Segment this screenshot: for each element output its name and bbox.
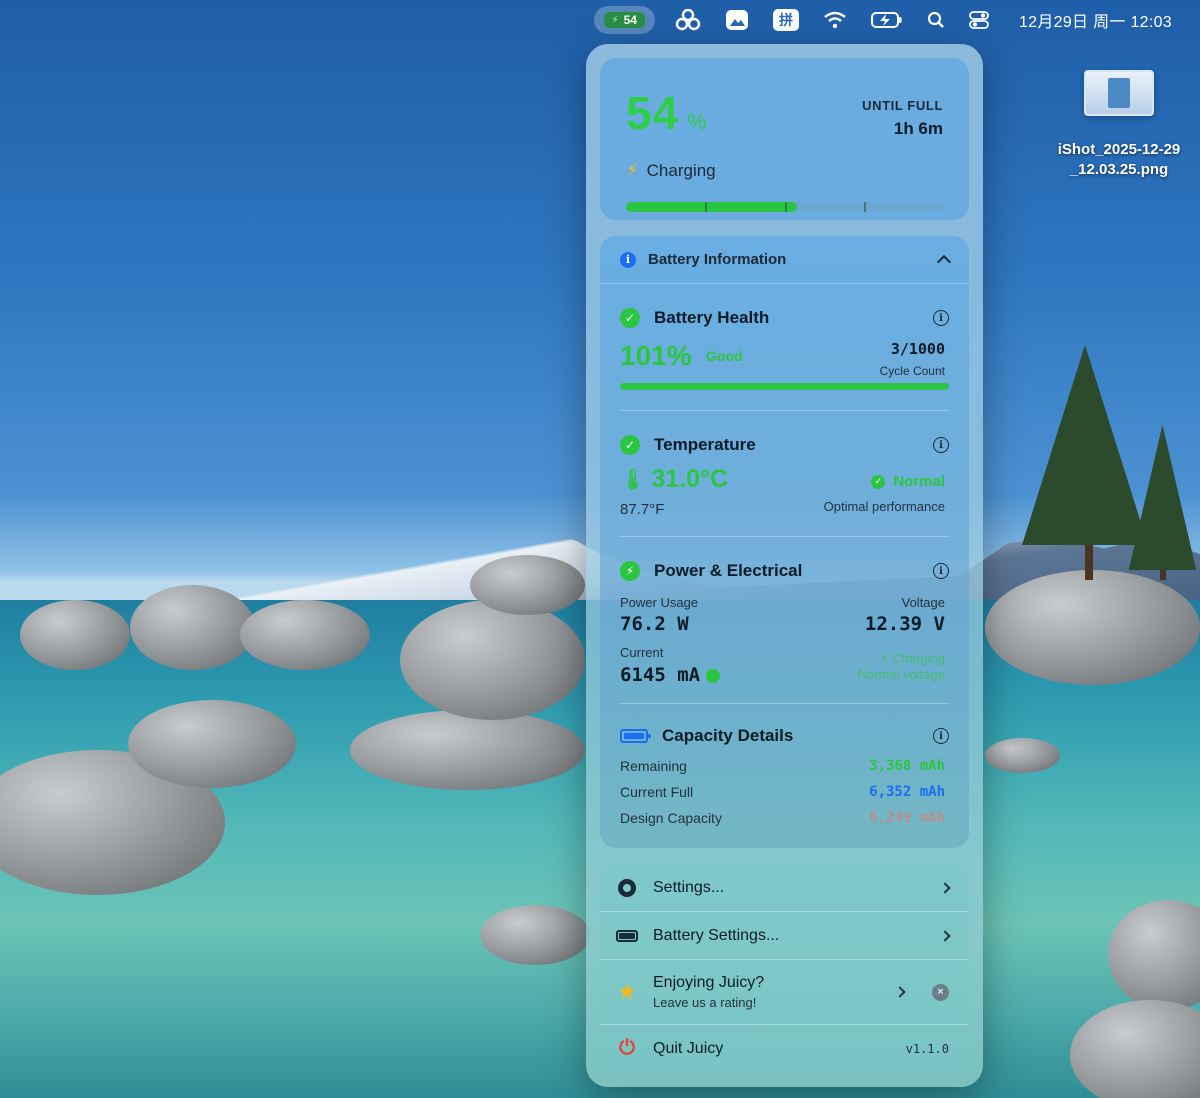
remaining-row: Remaining 3,368 mAh bbox=[620, 758, 945, 774]
progress-tick bbox=[705, 202, 708, 212]
cloud-sync-icon[interactable] bbox=[665, 6, 711, 34]
power-usage-label: Power Usage bbox=[620, 595, 699, 610]
menubar-clock[interactable]: 12月29日 周一 12:03 bbox=[1009, 6, 1182, 34]
temperature-section: ✓ Temperature i 🌡 31.0°C 87.7°F ✓ Normal… bbox=[620, 411, 949, 537]
cycle-count: 3/1000 Cycle Count bbox=[879, 340, 945, 378]
chevron-right-icon bbox=[939, 929, 951, 942]
battery-percent: 54 % bbox=[626, 87, 707, 139]
charging-status: ⚡ Charging bbox=[626, 160, 716, 180]
current-full-row: Current Full 6,352 mAh bbox=[620, 784, 945, 800]
info-button-icon[interactable]: i bbox=[933, 728, 949, 744]
checkmark-icon: ✓ bbox=[871, 474, 886, 489]
rating-title: Enjoying Juicy? bbox=[653, 974, 765, 991]
progress-tick bbox=[784, 202, 787, 212]
current-value: 6145 mA bbox=[620, 664, 721, 686]
thermometer-icon: 🌡 bbox=[620, 469, 646, 491]
temperature-status: ✓ Normal bbox=[871, 473, 945, 490]
input-method-icon[interactable]: 拼 bbox=[763, 6, 809, 34]
chevron-right-icon bbox=[939, 881, 951, 894]
checkmark-icon: ✓ bbox=[620, 435, 640, 455]
control-center-icon[interactable] bbox=[959, 6, 999, 34]
dismiss-icon[interactable]: × bbox=[932, 983, 949, 1001]
gear-icon bbox=[616, 878, 638, 897]
charge-progress-bar bbox=[626, 202, 943, 212]
battery-icon bbox=[620, 729, 651, 743]
time-until-full: UNTIL FULL 1h 6m bbox=[862, 98, 943, 138]
section-title: Battery Health bbox=[654, 308, 770, 327]
quit-menu-item[interactable]: ⏻ Quit Juicy v1.1.0 bbox=[600, 1025, 969, 1072]
actions-menu: Settings... Battery Settings... ★ Enjoyi… bbox=[600, 864, 969, 1072]
chevron-up-icon[interactable] bbox=[936, 254, 952, 270]
bolt-icon: ⚡ bbox=[626, 160, 639, 180]
menubar-battery-percent: 54 bbox=[623, 13, 637, 27]
temperature-note: Optimal performance bbox=[823, 499, 945, 514]
power-icon: ⏻ bbox=[619, 1037, 635, 1059]
checkmark-icon: ✓ bbox=[620, 308, 640, 328]
version-label: v1.1.0 bbox=[905, 1041, 949, 1056]
progress-tick bbox=[863, 202, 866, 212]
section-title: Power & Electrical bbox=[654, 561, 803, 580]
rating-menu-item[interactable]: ★ Enjoying Juicy? Leave us a rating! × bbox=[600, 960, 969, 1025]
charge-progress-fill bbox=[626, 202, 798, 212]
juicy-status-item[interactable]: ⚡ 54 bbox=[593, 6, 655, 34]
rating-subtitle: Leave us a rating! bbox=[653, 995, 757, 1010]
voltage-value: 12.39 V bbox=[864, 613, 945, 635]
system-battery-icon[interactable] bbox=[861, 6, 913, 34]
charging-note: ⚡ Charging bbox=[879, 651, 945, 666]
battery-health-section: ✓ Battery Health i 101% Good 3/1000 Cycl… bbox=[620, 284, 949, 411]
menubar-battery-icon: ⚡ 54 bbox=[603, 12, 645, 28]
info-button-icon[interactable]: i bbox=[933, 310, 949, 326]
spotlight-search-icon[interactable] bbox=[917, 6, 955, 34]
battery-icon bbox=[616, 929, 638, 942]
voltage-label: Voltage bbox=[901, 595, 945, 610]
battery-information-card: i Battery Information ✓ Battery Health i… bbox=[600, 236, 969, 848]
health-rating: Good bbox=[706, 348, 743, 364]
wifi-icon[interactable] bbox=[813, 6, 857, 34]
temperature-fahrenheit: 87.7°F bbox=[620, 501, 665, 518]
health-percent: 101% bbox=[620, 340, 692, 371]
menu-bar: ⚡ 54 拼 12月29日 周一 12:03 bbox=[0, 0, 1200, 40]
star-icon: ★ bbox=[617, 979, 637, 1004]
settings-menu-item[interactable]: Settings... bbox=[600, 864, 969, 912]
bolt-icon: ⚡ bbox=[611, 14, 619, 26]
current-label: Current bbox=[620, 645, 664, 660]
desktop-file-icon[interactable]: iShot_2025-12-29 _12.03.25.png bbox=[1046, 70, 1192, 180]
chevron-right-icon bbox=[894, 986, 906, 998]
info-button-icon[interactable]: i bbox=[933, 437, 949, 453]
battery-settings-menu-item[interactable]: Battery Settings... bbox=[600, 912, 969, 960]
section-title: Capacity Details bbox=[662, 726, 794, 745]
design-capacity-row: Design Capacity 6,249 mAh bbox=[620, 810, 945, 826]
image-app-icon[interactable] bbox=[715, 6, 759, 34]
section-title: Temperature bbox=[654, 435, 756, 454]
health-bar bbox=[620, 383, 949, 390]
bolt-icon: ⚡ bbox=[620, 561, 640, 581]
status-dot-icon bbox=[706, 668, 721, 683]
battery-information-header[interactable]: i Battery Information bbox=[600, 236, 969, 284]
desktop-file-name: iShot_2025-12-29 _12.03.25.png bbox=[1057, 141, 1181, 178]
capacity-details-section: Capacity Details i Remaining 3,368 mAh C… bbox=[620, 704, 949, 846]
file-thumbnail bbox=[1084, 70, 1154, 116]
power-electrical-section: ⚡ Power & Electrical i Power Usage 76.2 … bbox=[620, 537, 949, 704]
temperature-celsius: 🌡 31.0°C bbox=[620, 465, 729, 493]
power-usage-value: 76.2 W bbox=[620, 613, 689, 635]
voltage-note: Normal voltage bbox=[857, 667, 945, 682]
juicy-popover: 54 % UNTIL FULL 1h 6m ⚡ Charging i Batte… bbox=[586, 44, 983, 1087]
battery-status-card: 54 % UNTIL FULL 1h 6m ⚡ Charging bbox=[600, 58, 969, 220]
info-button-icon[interactable]: i bbox=[933, 563, 949, 579]
info-icon: i bbox=[620, 251, 636, 268]
